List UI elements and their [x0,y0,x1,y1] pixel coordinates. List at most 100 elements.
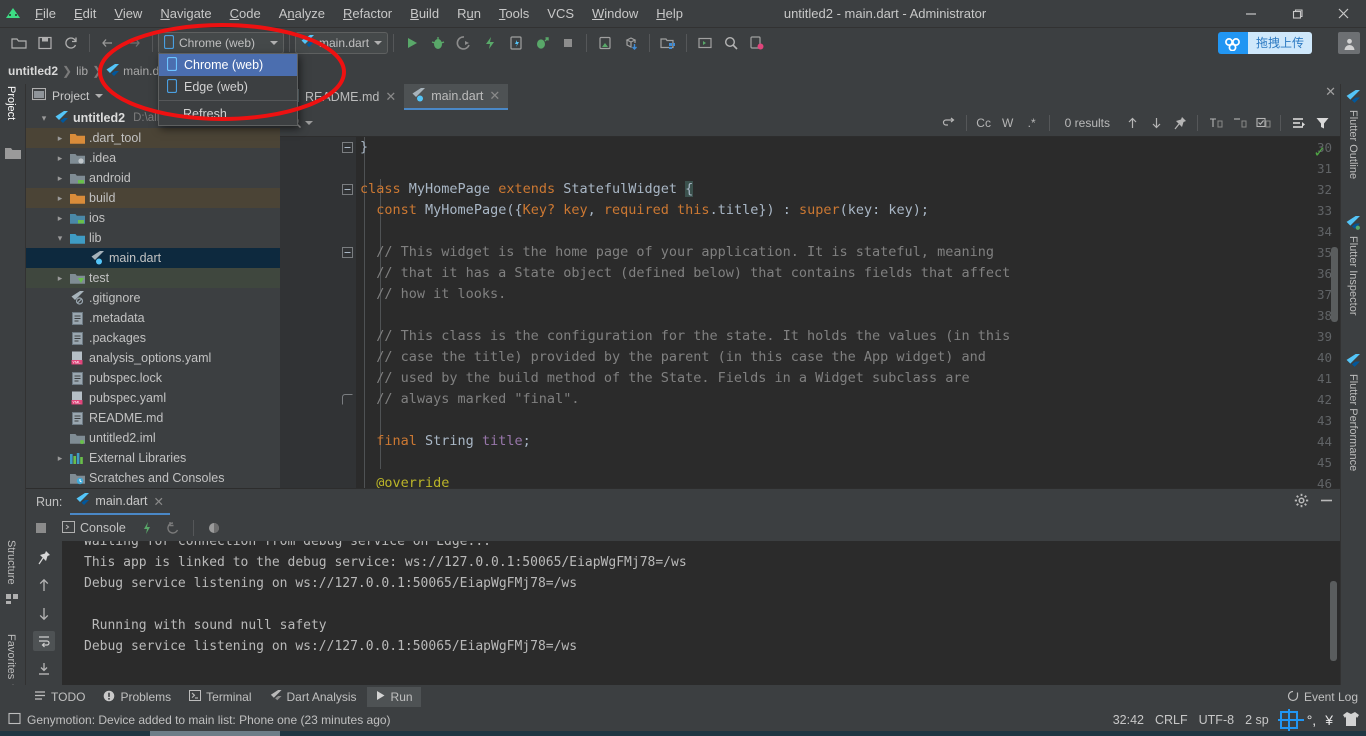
fold-collapse-icon[interactable] [342,142,354,154]
ime-chinese-mode-icon[interactable] [1279,711,1298,729]
close-button[interactable] [1320,0,1366,28]
minimize-panel-icon[interactable] [1319,493,1334,511]
layout-inspector-icon[interactable] [744,30,770,56]
menu-analyze[interactable]: Analyze [270,0,334,28]
indent-setting[interactable]: 2 sp [1245,713,1269,727]
tree-row[interactable]: main.dart [26,248,280,268]
remove-selection-icon[interactable] [1227,112,1251,134]
code-line[interactable]: const MyHomePage({Key? key, required thi… [356,200,1340,221]
run-coverage-icon[interactable] [451,30,477,56]
pin-icon[interactable] [1168,112,1192,134]
tree-row[interactable]: ▸ .idea [26,148,280,168]
debug-icon[interactable] [425,30,451,56]
menu-code[interactable]: Code [221,0,270,28]
bottom-tab-dart-analysis[interactable]: Dart Analysis [262,687,365,707]
tree-row[interactable]: YML analysis_options.yaml [26,348,280,368]
search-everywhere-icon[interactable] [718,30,744,56]
pin-icon[interactable] [33,547,55,567]
minimize-button[interactable] [1228,0,1274,28]
prev-match-icon[interactable] [1120,112,1144,134]
add-selection-icon[interactable] [1203,112,1227,134]
menu-view[interactable]: View [105,0,151,28]
device-selector-combo[interactable]: Chrome (web) [158,32,284,54]
close-icon[interactable]: ✕ [385,89,396,105]
code-line[interactable]: // that it has a State object (defined b… [356,263,1340,284]
stop-icon[interactable] [555,30,581,56]
next-match-icon[interactable] [1144,112,1168,134]
code-text[interactable]: } class MyHomePage extends StatefulWidget… [356,137,1340,488]
run-tab-main-dart[interactable]: main.dart ✕ [70,489,170,515]
code-editor[interactable]: 30 31 32 33 34 35 36 37 38 39 40 41 42 43 44 45 46 } clas… [280,137,1340,488]
sidebar-item-favorites[interactable]: Favorites [5,634,17,679]
code-line[interactable]: // how it looks. [356,284,1340,305]
tree-row[interactable]: ▸ test [26,268,280,288]
ime-currency-icon[interactable]: ¥ [1325,712,1333,728]
navigate-back-icon[interactable] [95,30,121,56]
code-line[interactable]: final String title; [356,431,1340,452]
editor-scrollbar[interactable] [1331,247,1338,322]
filter-icon[interactable] [1310,112,1334,134]
run-icon[interactable] [399,30,425,56]
user-avatar[interactable] [1338,32,1360,54]
menu-window[interactable]: Window [583,0,647,28]
regex-preview-icon[interactable] [937,112,961,134]
sidebar-item-flutter-inspector[interactable]: Flutter Inspector [1347,236,1359,315]
tree-row[interactable]: untitled2.iml [26,428,280,448]
menu-build[interactable]: Build [401,0,448,28]
match-case-toggle[interactable]: Cc [972,112,996,134]
code-line[interactable]: @override [356,473,1340,488]
scroll-down-icon[interactable] [33,603,55,623]
status-message[interactable]: Genymotion: Device added to main list: P… [27,713,391,727]
dropdown-item-chrome[interactable]: Chrome (web) [159,54,297,76]
chevron-collapsed-icon[interactable]: ▸ [52,153,68,164]
open-in-find-window-icon[interactable] [1286,112,1310,134]
line-separator[interactable]: CRLF [1155,713,1188,727]
tree-row[interactable]: ▾ lib [26,228,280,248]
chevron-down-icon[interactable] [270,41,278,45]
flutter-console-icon[interactable] [692,30,718,56]
chevron-down-icon[interactable] [305,121,313,125]
chevron-collapsed-icon[interactable]: ▸ [52,273,68,284]
editor-tab-main-dart[interactable]: main.dart ✕ [404,84,509,110]
code-line[interactable]: // This widget is the home page of your … [356,242,1340,263]
scroll-up-icon[interactable] [33,575,55,595]
tree-row[interactable]: ▸ build [26,188,280,208]
code-line[interactable]: // always marked "final". [356,389,1340,410]
tree-row[interactable]: pubspec.lock [26,368,280,388]
find-close-icon[interactable]: ✕ [1325,84,1336,100]
caret-position[interactable]: 32:42 [1113,713,1144,727]
tree-row[interactable]: ▸ External Libraries [26,448,280,468]
code-line[interactable]: // case the title) provided by the paren… [356,347,1340,368]
maximize-button[interactable] [1274,0,1320,28]
chevron-expanded-icon[interactable]: ▾ [52,233,68,244]
ime-punctuation-icon[interactable]: °, [1307,712,1317,728]
tree-row[interactable]: .packages [26,328,280,348]
device-dropdown-menu[interactable]: Chrome (web) Edge (web) Refresh [158,53,298,126]
hot-restart-icon[interactable] [162,517,184,539]
tree-row[interactable]: YML pubspec.yaml [26,388,280,408]
run-config-combo[interactable]: main.dart [295,32,389,54]
bottom-tab-terminal[interactable]: Terminal [181,687,259,707]
breadcrumb-item-project[interactable]: untitled2 [8,64,58,78]
chevron-down-icon[interactable] [374,41,383,45]
settings-gear-icon[interactable] [1294,493,1309,511]
menu-run[interactable]: Run [448,0,490,28]
project-structure-icon[interactable] [655,30,681,56]
tree-row[interactable]: ▸ ios [26,208,280,228]
code-line[interactable] [356,452,1340,473]
whole-words-toggle[interactable]: W [996,112,1020,134]
select-all-occurrences-icon[interactable] [1251,112,1275,134]
tree-row[interactable]: .gitignore [26,288,280,308]
sidebar-item-flutter-outline[interactable]: Flutter Outline [1347,110,1359,179]
close-icon[interactable]: ✕ [154,494,164,509]
tree-row[interactable]: Scratches and Consoles [26,468,280,488]
console-tab[interactable]: Console [56,520,132,536]
code-line[interactable]: class MyHomePage extends StatefulWidget … [356,179,1340,200]
save-icon[interactable] [32,30,58,56]
sidebar-item-structure[interactable]: Structure [5,540,17,585]
code-line[interactable] [356,158,1340,179]
chevron-collapsed-icon[interactable]: ▸ [52,213,68,224]
bottom-tab-run[interactable]: Run [366,687,421,707]
scroll-to-end-icon[interactable] [33,659,55,679]
open-folder-icon[interactable] [6,30,32,56]
